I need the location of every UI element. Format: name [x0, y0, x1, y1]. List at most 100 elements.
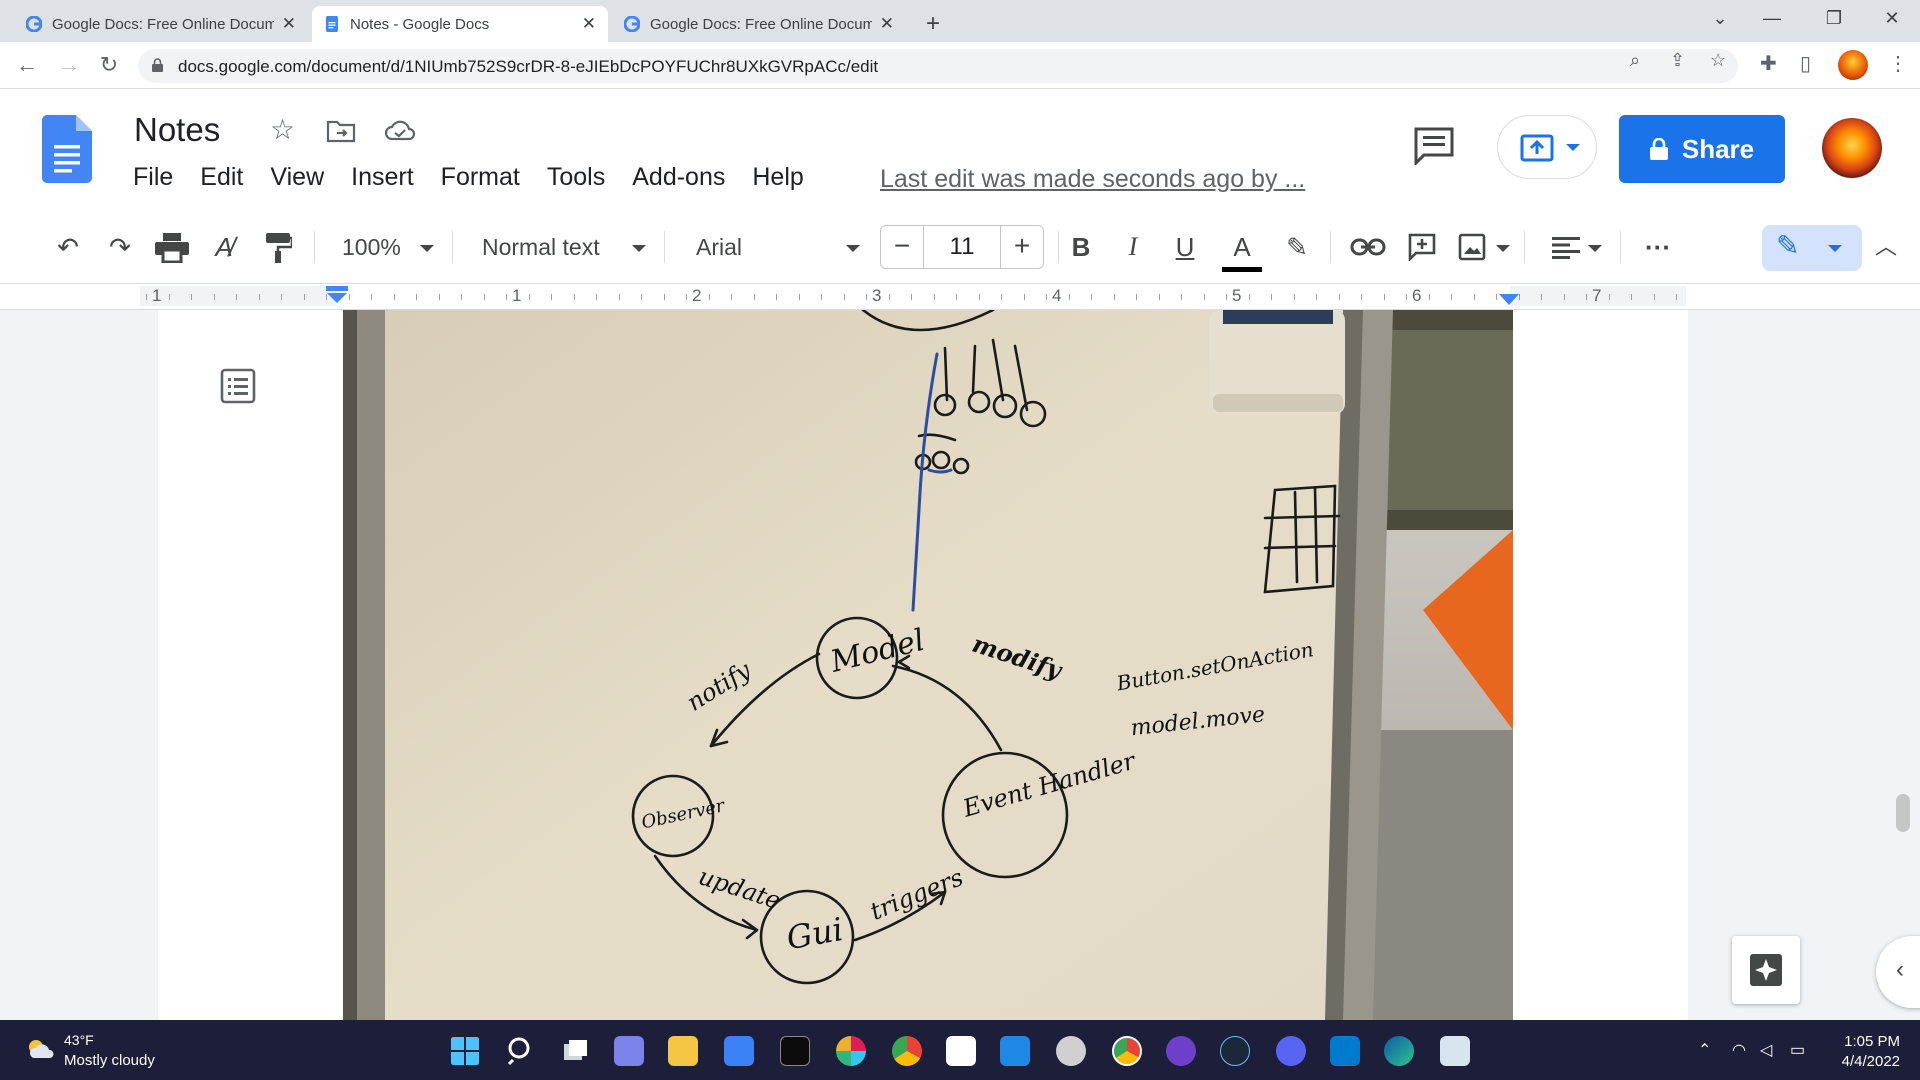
chrome-menu-icon[interactable]: ⋮	[1888, 51, 1908, 76]
zoom-select[interactable]: 100%	[342, 229, 401, 265]
taskbar-clock[interactable]: 1:05 PM 4/4/2022	[1830, 1032, 1900, 1072]
insert-image-icon[interactable]	[1458, 233, 1486, 261]
battery-icon[interactable]: ▭	[1790, 1040, 1805, 1060]
tab-search-icon[interactable]: ⌄	[1700, 8, 1740, 29]
menu-view[interactable]: View	[270, 163, 324, 192]
chevron-up-icon[interactable]: ⌃	[1698, 1040, 1711, 1060]
decrease-font-size-button[interactable]: −	[880, 225, 924, 269]
share-button[interactable]: Share	[1619, 115, 1785, 183]
document-page[interactable]: Model Observer Gui Event Handler notify …	[158, 310, 1688, 1020]
menu-file[interactable]: File	[133, 163, 173, 192]
chrome-icon[interactable]	[1112, 1036, 1142, 1066]
omnibox[interactable]: docs.google.com/document/d/1NIUmb752S9cr…	[138, 49, 1738, 83]
vertical-scrollbar-thumb[interactable]	[1896, 794, 1910, 832]
extensions-icon[interactable]: ✚	[1760, 51, 1777, 76]
undo-icon[interactable]: ↶	[48, 229, 88, 265]
bold-icon[interactable]: B	[1066, 229, 1096, 265]
font-size-input[interactable]: 11	[924, 225, 1000, 269]
browser-tab-1[interactable]: Google Docs: Free Online Docum ✕	[14, 6, 308, 42]
menu-insert[interactable]: Insert	[351, 163, 414, 192]
paint-icon[interactable]	[1440, 1036, 1470, 1066]
vscode-icon[interactable]	[1330, 1036, 1360, 1066]
insert-link-icon[interactable]	[1350, 237, 1386, 257]
side-panel-icon[interactable]: ▯	[1800, 51, 1811, 76]
github-desktop-icon[interactable]	[1056, 1036, 1086, 1066]
document-title[interactable]: Notes	[134, 111, 220, 149]
docs-logo-icon[interactable]	[42, 115, 92, 183]
right-indent-marker[interactable]	[1498, 294, 1520, 306]
font-family-select[interactable]: Arial	[696, 229, 742, 265]
document-canvas: Model Observer Gui Event Handler notify …	[0, 310, 1920, 1020]
menu-help[interactable]: Help	[752, 163, 803, 192]
browser-tab-3[interactable]: Google Docs: Free Online Docum ✕	[612, 6, 906, 42]
explore-button[interactable]	[1732, 936, 1800, 1004]
move-folder-icon[interactable]	[326, 119, 356, 143]
close-icon[interactable]: ✕	[880, 14, 894, 34]
underline-icon[interactable]: U	[1170, 229, 1200, 265]
increase-font-size-button[interactable]: +	[1000, 225, 1044, 269]
terminal-icon[interactable]	[780, 1036, 810, 1066]
search-icon[interactable]	[506, 1036, 536, 1066]
ide-icon[interactable]	[946, 1036, 976, 1066]
volume-icon[interactable]: ◁	[1760, 1040, 1772, 1060]
ruler-tick	[619, 294, 620, 300]
text-color-icon[interactable]: A	[1222, 229, 1262, 272]
ruler-tick	[214, 294, 215, 300]
restore-icon[interactable]: ❐	[1814, 8, 1854, 29]
menu-tools[interactable]: Tools	[547, 163, 605, 192]
zoom-icon[interactable]: ⌕	[1630, 50, 1640, 71]
teams-chat-icon[interactable]	[614, 1036, 644, 1066]
document-outline-icon[interactable]	[220, 368, 256, 404]
highlight-color-icon[interactable]: ✎	[1280, 229, 1314, 265]
align-left-icon[interactable]	[1552, 237, 1580, 259]
menu-format[interactable]: Format	[441, 163, 520, 192]
chevron-up-icon[interactable]: ︿	[1868, 229, 1904, 265]
microsoft-store-icon[interactable]	[724, 1036, 754, 1066]
browser-tab-2[interactable]: Notes - Google Docs ✕	[312, 6, 608, 42]
chrome-profile-avatar[interactable]	[1838, 50, 1868, 80]
editing-mode-button[interactable]: ✎	[1762, 225, 1862, 271]
print-icon[interactable]	[155, 233, 189, 263]
account-avatar[interactable]	[1822, 118, 1882, 178]
spellcheck-icon[interactable]: A̸	[206, 229, 242, 265]
windows-start-icon[interactable]	[450, 1036, 480, 1066]
edge-icon[interactable]	[1384, 1036, 1414, 1066]
present-button[interactable]	[1497, 115, 1597, 179]
ruler-tick	[191, 294, 192, 300]
reload-icon[interactable]: ↻	[94, 51, 124, 81]
bookmark-star-icon[interactable]: ☆	[1710, 50, 1726, 71]
side-panel-toggle[interactable]: ‹	[1876, 936, 1920, 1008]
window-close-icon[interactable]: ✕	[1872, 8, 1912, 29]
comment-history-icon[interactable]	[1412, 125, 1456, 165]
star-icon[interactable]: ☆	[270, 113, 295, 146]
task-view-icon[interactable]	[560, 1036, 590, 1066]
back-icon[interactable]: ←	[12, 51, 42, 81]
minimize-icon[interactable]: —	[1752, 8, 1792, 29]
ruler-tick	[1204, 294, 1205, 300]
more-options-icon[interactable]: ···	[1638, 229, 1678, 265]
redo-icon[interactable]: ↷	[100, 229, 140, 265]
new-tab-button[interactable]: +	[918, 10, 948, 40]
add-comment-icon[interactable]	[1408, 233, 1436, 261]
github-icon[interactable]	[1166, 1036, 1196, 1066]
discord-icon[interactable]	[1276, 1036, 1306, 1066]
paint-format-icon[interactable]	[264, 233, 292, 263]
cloud-status-icon[interactable]	[384, 119, 416, 143]
close-icon[interactable]: ✕	[582, 14, 596, 34]
whiteboard-photo[interactable]: Model Observer Gui Event Handler notify …	[343, 310, 1513, 1020]
wifi-icon[interactable]: ◠	[1732, 1040, 1746, 1060]
italic-icon[interactable]: I	[1118, 229, 1148, 265]
chrome-profile-2-icon[interactable]	[892, 1036, 922, 1066]
close-icon[interactable]: ✕	[282, 14, 296, 34]
slack-icon[interactable]	[836, 1036, 866, 1066]
steam-icon[interactable]	[1220, 1036, 1250, 1066]
paragraph-style-select[interactable]: Normal text	[482, 229, 600, 265]
last-edit-link[interactable]: Last edit was made seconds ago by ...	[880, 165, 1305, 194]
menu-add-ons[interactable]: Add-ons	[632, 163, 725, 192]
forward-icon[interactable]: →	[54, 51, 84, 81]
file-explorer-icon[interactable]	[668, 1036, 698, 1066]
share-page-icon[interactable]: ⇪	[1670, 50, 1685, 71]
left-indent-marker[interactable]	[326, 286, 348, 304]
app-window-icon[interactable]	[1000, 1036, 1030, 1066]
menu-edit[interactable]: Edit	[200, 163, 243, 192]
